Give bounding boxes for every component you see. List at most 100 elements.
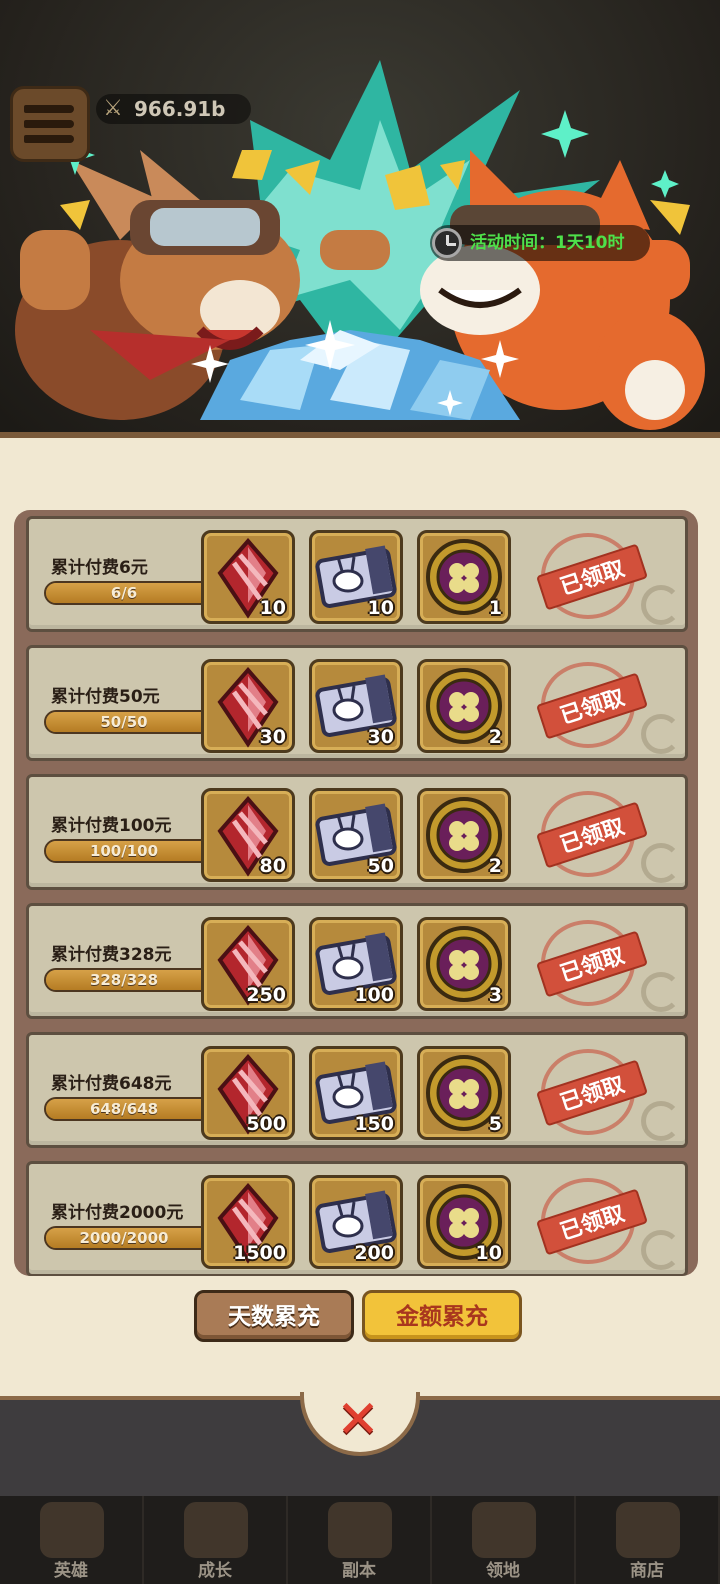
swirl-decoration xyxy=(641,972,681,1012)
hero-icon xyxy=(40,1502,104,1558)
reward-item[interactable]: 250 xyxy=(201,917,295,1011)
reward-item[interactable]: 50 xyxy=(309,788,403,882)
reward-row: 累计付费100元 100/100 80 50 2 已领取 xyxy=(26,774,688,890)
reward-quantity: 50 xyxy=(367,855,394,877)
claimed-stamp-label: 已领取 xyxy=(536,801,648,869)
reward-item[interactable]: 30 xyxy=(309,659,403,753)
close-x-icon[interactable]: ✕ xyxy=(330,1394,386,1446)
progress-bar: 648/648 xyxy=(44,1097,204,1121)
reward-quantity: 5 xyxy=(488,1113,502,1135)
banner-illustration xyxy=(15,60,705,430)
nav-label: 副本 xyxy=(342,1561,376,1581)
reward-row-title: 累计付费100元 xyxy=(51,816,172,836)
crossed-swords-icon: ⚔ xyxy=(103,96,123,121)
reward-item[interactable]: 150 xyxy=(309,1046,403,1140)
reward-item[interactable]: 80 xyxy=(201,788,295,882)
claimed-stamp-label: 已领取 xyxy=(536,543,648,611)
reward-row: 累计付费50元 50/50 30 30 2 已领取 xyxy=(26,645,688,761)
claimed-stamp: 已领取 xyxy=(536,1049,648,1135)
territory-icon xyxy=(472,1502,536,1558)
reward-row-title: 累计付费328元 xyxy=(51,945,172,965)
progress-bar: 50/50 xyxy=(44,710,204,734)
progress-text: 648/648 xyxy=(89,1100,159,1118)
reward-item[interactable]: 1500 xyxy=(201,1175,295,1269)
dungeon-icon xyxy=(328,1502,392,1558)
reward-row-title: 累计付费648元 xyxy=(51,1074,172,1094)
reward-row: 累计付费6元 6/6 10 10 1 已领取 xyxy=(26,516,688,632)
clock-icon xyxy=(432,228,462,258)
reward-quantity: 10 xyxy=(475,1242,502,1264)
reward-quantity: 30 xyxy=(367,726,394,748)
reward-item[interactable]: 10 xyxy=(309,530,403,624)
nav-label: 英雄 xyxy=(54,1561,88,1581)
reward-item[interactable]: 10 xyxy=(417,1175,511,1269)
reward-item[interactable]: 30 xyxy=(201,659,295,753)
reward-quantity: 10 xyxy=(259,597,286,619)
tab-daily-recharge[interactable]: 天数累充 xyxy=(194,1290,354,1342)
claimed-stamp: 已领取 xyxy=(536,791,648,877)
nav-item-territory[interactable]: 领地 xyxy=(432,1496,576,1584)
list-icon-line xyxy=(24,120,74,128)
claimed-stamp: 已领取 xyxy=(536,1178,648,1264)
progress-text: 100/100 xyxy=(89,842,159,860)
progress-bar: 2000/2000 xyxy=(44,1226,204,1250)
claimed-stamp: 已领取 xyxy=(536,533,648,619)
reward-quantity: 150 xyxy=(354,1113,394,1135)
reward-row: 累计付费648元 648/648 500 150 5 已领取 xyxy=(26,1032,688,1148)
progress-bar: 100/100 xyxy=(44,839,204,863)
nav-item-growth[interactable]: 成长 xyxy=(144,1496,288,1584)
list-icon-line xyxy=(24,135,74,143)
progress-text: 328/328 xyxy=(89,971,159,989)
claimed-stamp-label: 已领取 xyxy=(536,1188,648,1256)
swirl-decoration xyxy=(641,714,681,754)
reward-item[interactable]: 100 xyxy=(309,917,403,1011)
reward-quantity: 2 xyxy=(488,855,502,877)
event-timer: 活动时间：1天10时 xyxy=(430,225,650,261)
nav-item-dungeon[interactable]: 副本 xyxy=(288,1496,432,1584)
event-timer-text: 活动时间：1天10时 xyxy=(470,233,625,253)
reward-quantity: 200 xyxy=(354,1242,394,1264)
nav-label: 商店 xyxy=(630,1561,664,1581)
combat-power-value: 966.91b xyxy=(134,97,226,121)
reward-item[interactable]: 3 xyxy=(417,917,511,1011)
reward-quantity: 30 xyxy=(259,726,286,748)
progress-bar: 6/6 xyxy=(44,581,204,605)
swirl-decoration xyxy=(641,1101,681,1141)
reward-quantity: 3 xyxy=(488,984,502,1006)
event-banner: ⚔ 966.91b 活动时间：1天10时 xyxy=(0,0,720,440)
reward-quantity: 10 xyxy=(367,597,394,619)
nav-label: 领地 xyxy=(486,1561,520,1581)
tab-amount-recharge[interactable]: 金额累充 xyxy=(362,1290,522,1342)
swirl-decoration xyxy=(641,843,681,883)
claimed-stamp-label: 已领取 xyxy=(536,672,648,740)
recharge-panel: 累计付费6元 6/6 10 10 1 已领取 累计付费50元 50/50 30 30 2 已领取 累计付… xyxy=(0,432,720,1400)
reward-item[interactable]: 10 xyxy=(201,530,295,624)
progress-text: 50/50 xyxy=(100,713,148,731)
reward-row-title: 累计付费6元 xyxy=(51,558,148,578)
progress-text: 2000/2000 xyxy=(79,1229,169,1247)
reward-item[interactable]: 2 xyxy=(417,659,511,753)
reward-quantity: 250 xyxy=(246,984,286,1006)
claimed-stamp: 已领取 xyxy=(536,662,648,748)
claimed-stamp-label: 已领取 xyxy=(536,1059,648,1127)
menu-button[interactable] xyxy=(10,86,90,162)
reward-row: 累计付费2000元 2000/2000 1500 200 10 已领取 xyxy=(26,1161,688,1276)
nav-label: 成长 xyxy=(198,1561,232,1581)
shop-icon xyxy=(616,1502,680,1558)
reward-item[interactable]: 5 xyxy=(417,1046,511,1140)
reward-row-title: 累计付费2000元 xyxy=(51,1203,184,1223)
reward-item[interactable]: 500 xyxy=(201,1046,295,1140)
nav-item-hero[interactable]: 英雄 xyxy=(0,1496,144,1584)
nav-item-shop[interactable]: 商店 xyxy=(576,1496,720,1584)
swirl-decoration xyxy=(641,585,681,625)
reward-item[interactable]: 200 xyxy=(309,1175,403,1269)
list-icon xyxy=(24,105,74,113)
reward-quantity: 500 xyxy=(246,1113,286,1135)
claimed-stamp-label: 已领取 xyxy=(536,930,648,998)
claimed-stamp: 已领取 xyxy=(536,920,648,1006)
reward-list[interactable]: 累计付费6元 6/6 10 10 1 已领取 累计付费50元 50/50 30 30 2 已领取 累计付… xyxy=(14,510,698,1276)
reward-item[interactable]: 2 xyxy=(417,788,511,882)
reward-item[interactable]: 1 xyxy=(417,530,511,624)
combat-power: ⚔ 966.91b xyxy=(96,94,251,124)
progress-text: 6/6 xyxy=(110,584,138,602)
